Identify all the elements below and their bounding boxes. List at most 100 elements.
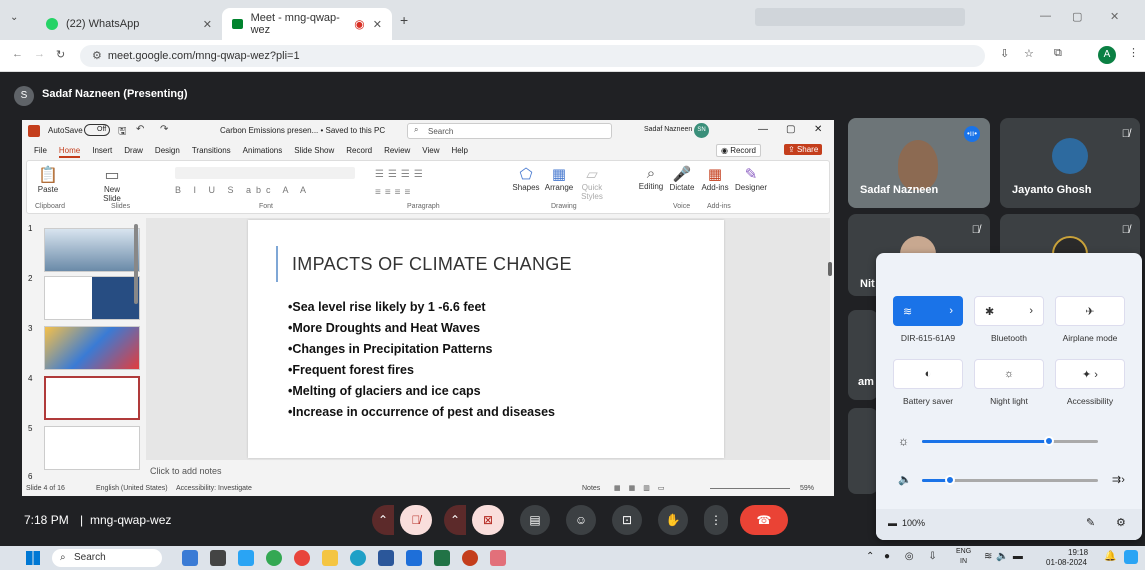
profile-avatar[interactable]: A: [1098, 46, 1116, 64]
browser-icon[interactable]: [294, 550, 310, 566]
slide-thumbnail-4[interactable]: [44, 376, 140, 420]
menu-help[interactable]: Help: [452, 146, 468, 158]
audio-output-icon[interactable]: ⇉›: [1112, 473, 1125, 486]
copilot-tray-icon[interactable]: [1124, 550, 1138, 564]
back-icon[interactable]: ←: [12, 48, 23, 60]
task-view-icon[interactable]: [210, 550, 226, 566]
site-info-icon[interactable]: ⚙: [92, 50, 102, 62]
close-icon[interactable]: ✕: [814, 124, 822, 135]
slide-thumbnail-3[interactable]: [44, 326, 140, 370]
present-button[interactable]: ⊡: [612, 505, 642, 535]
video-options-button[interactable]: ⌃: [444, 505, 466, 535]
slide-thumbnail-2[interactable]: [44, 276, 140, 320]
menu-view[interactable]: View: [422, 146, 439, 158]
notifications-bell-icon[interactable]: 🔔: [1104, 551, 1116, 562]
clock-time[interactable]: 19:18: [1068, 548, 1088, 557]
menu-transitions[interactable]: Transitions: [192, 146, 231, 158]
menu-record[interactable]: Record: [346, 146, 372, 158]
tab-meet[interactable]: Meet - mng-qwap-wez ◉ ✕: [222, 8, 392, 40]
participant-tile[interactable]: 🎙̸ Jayanto Ghosh: [1000, 118, 1140, 208]
network-volume-battery-icons[interactable]: ≋🔈▬: [984, 551, 1027, 562]
notes-placeholder[interactable]: Click to add notes: [150, 466, 222, 476]
tray-icons[interactable]: ● ◎ ⇩: [884, 551, 943, 562]
captions-button[interactable]: ▤: [520, 505, 550, 535]
new-slide-button[interactable]: ▭ New Slide: [95, 165, 129, 203]
word-icon[interactable]: [378, 550, 394, 566]
bluetooth-toggle[interactable]: ✱ ›: [974, 296, 1044, 326]
redo-icon[interactable]: ↷: [160, 124, 168, 135]
document-title[interactable]: Carbon Emissions presen... • Saved to th…: [220, 126, 385, 135]
add-ins-button[interactable]: ▦ Add-ins: [699, 165, 731, 192]
close-tab-icon[interactable]: ✕: [373, 18, 382, 31]
reactions-button[interactable]: ☺: [566, 505, 596, 535]
menu-draw[interactable]: Draw: [124, 146, 143, 158]
participant-tile[interactable]: •ıı• Sadaf Nazneen: [848, 118, 990, 208]
snipping-tool-icon[interactable]: [490, 550, 506, 566]
chevron-right-icon[interactable]: ›: [949, 305, 953, 317]
save-icon[interactable]: 🖫: [118, 124, 127, 141]
more-menu-icon[interactable]: ⋮: [1128, 46, 1139, 59]
file-explorer-icon[interactable]: [322, 550, 338, 566]
arrange-button[interactable]: ▦ Arrange: [543, 165, 575, 192]
restore-icon[interactable]: ▢: [786, 124, 795, 135]
leave-call-button[interactable]: ☎: [740, 505, 788, 535]
bookmark-icon[interactable]: ☆: [1024, 47, 1034, 60]
menu-file[interactable]: File: [34, 146, 47, 158]
editing-button[interactable]: ⌕ Editing: [637, 165, 665, 191]
font-format-controls[interactable]: B I U S abc A A: [175, 185, 311, 195]
menu-review[interactable]: Review: [384, 146, 410, 158]
wifi-toggle[interactable]: ≋ ›: [893, 296, 963, 326]
brightness-thumb[interactable]: [1043, 436, 1054, 446]
share-button[interactable]: ⇪ Share: [784, 144, 823, 155]
menu-home[interactable]: Home: [58, 146, 81, 158]
thumbnail-scrollbar[interactable]: [134, 224, 138, 304]
designer-button[interactable]: ✎ Designer: [733, 165, 769, 192]
paragraph-controls[interactable]: ☰☰☰☰: [375, 169, 427, 180]
airplane-mode-toggle[interactable]: ✈: [1055, 296, 1125, 326]
reload-icon[interactable]: ↻: [56, 48, 65, 61]
store-icon[interactable]: [406, 550, 422, 566]
night-light-toggle[interactable]: ☼: [974, 359, 1044, 389]
copilot-icon[interactable]: [238, 550, 254, 566]
ppt-search-box[interactable]: ⌕ Search: [407, 123, 612, 139]
mic-toggle-button[interactable]: 🎙̸: [400, 505, 432, 535]
menu-design[interactable]: Design: [155, 146, 180, 158]
new-tab-icon[interactable]: +: [400, 12, 408, 28]
address-input[interactable]: ⚙ meet.google.com/mng-qwap-wez?pli=1: [80, 45, 985, 67]
shapes-button[interactable]: ⬠ Shapes: [511, 165, 541, 192]
paragraph-align-controls[interactable]: ≡≡≡≡: [375, 187, 414, 198]
windows-start-icon[interactable]: [26, 551, 40, 565]
vertical-scrollbar[interactable]: [828, 262, 832, 276]
raise-hand-button[interactable]: ✋: [658, 505, 688, 535]
undo-icon[interactable]: ↶: [136, 124, 144, 135]
accessibility-toggle[interactable]: ✦ ›: [1055, 359, 1125, 389]
tab-list-chevron-icon[interactable]: ⌄: [10, 12, 18, 23]
slide-thumbnail-1[interactable]: [44, 228, 140, 272]
menu-insert[interactable]: Insert: [92, 146, 112, 158]
font-controls[interactable]: [175, 167, 355, 179]
brightness-slider[interactable]: [922, 436, 1098, 446]
more-options-button[interactable]: ⋮: [704, 505, 728, 535]
dictate-button[interactable]: 🎤 Dictate: [667, 165, 697, 192]
minimize-icon[interactable]: —: [1040, 10, 1051, 22]
zoom-slider[interactable]: [710, 488, 790, 489]
battery-saver-toggle[interactable]: ◐: [893, 359, 963, 389]
powerpoint-icon[interactable]: [462, 550, 478, 566]
widgets-icon[interactable]: [182, 550, 198, 566]
paste-button[interactable]: 📋 Paste: [33, 165, 63, 194]
volume-thumb[interactable]: [945, 475, 956, 485]
record-button[interactable]: ◉ Record: [716, 144, 761, 157]
menu-animations[interactable]: Animations: [243, 146, 283, 158]
chrome-icon[interactable]: [266, 550, 282, 566]
maximize-icon[interactable]: ▢: [1072, 10, 1082, 23]
slide-thumbnail-5[interactable]: [44, 426, 140, 470]
volume-icon[interactable]: 🔈: [898, 473, 912, 486]
forward-icon[interactable]: →: [34, 48, 45, 60]
clock-date[interactable]: 01-08-2024: [1046, 558, 1087, 567]
menu-slide-show[interactable]: Slide Show: [294, 146, 334, 158]
volume-slider[interactable]: [922, 475, 1098, 485]
autosave-toggle[interactable]: Off: [84, 124, 110, 136]
edit-icon[interactable]: ✎: [1086, 516, 1095, 529]
audio-options-button[interactable]: ⌃: [372, 505, 394, 535]
accessibility-status[interactable]: Accessibility: Investigate: [176, 485, 252, 492]
